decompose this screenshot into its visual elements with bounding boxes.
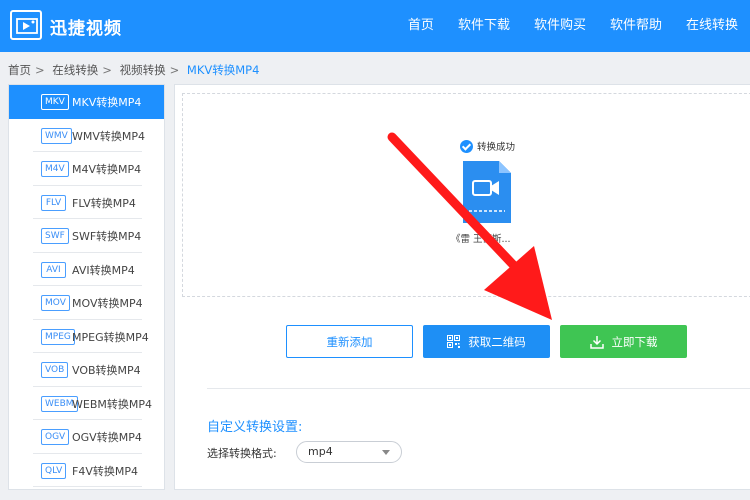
breadcrumb-home[interactable]: 首页 [8, 63, 31, 77]
settings-title: 自定义转换设置: [207, 420, 303, 435]
get-qr-code-button[interactable]: 获取二维码 [423, 325, 550, 358]
sidebar-item-swf[interactable]: SWF SWF转换MP4 [9, 219, 164, 253]
nav-home[interactable]: 首页 [396, 0, 446, 52]
sidebar-item-label: VOB转换MP4 [72, 364, 141, 377]
sidebar-item-label: FLV转换MP4 [72, 196, 136, 210]
sidebar-item-f4v[interactable]: QLV F4V转换MP4 [9, 454, 164, 487]
sidebar: MKV MKV转换MP4 WMV WMV转换MP4 M4V M4V转换MP4 F… [8, 84, 165, 490]
sidebar-item-wmv[interactable]: WMV WMV转换MP4 [9, 119, 164, 152]
sidebar-item-label: SWF转换MP4 [72, 230, 142, 243]
qr-code-icon [447, 335, 461, 348]
breadcrumb: 首页 > 在线转换 > 视频转换 > MKV转换MP4 [8, 63, 260, 77]
main-panel: 转换成功 《雷 王衡斯... 重新添加 获取二维码 立即下载 自定义转换设置: … [174, 84, 750, 490]
sidebar-item-mpeg[interactable]: MPEG MPEG转换MP4 [9, 320, 164, 353]
format-label: 选择转换格式: [207, 447, 277, 460]
breadcrumb-online-convert[interactable]: 在线转换 [52, 63, 98, 77]
sidebar-item-mkv[interactable]: MKV MKV转换MP4 [9, 85, 164, 119]
format-select[interactable]: mp4 [296, 441, 402, 463]
format-tag: VOB [41, 362, 69, 378]
nav-help[interactable]: 软件帮助 [598, 0, 674, 52]
format-tag: AVI [41, 261, 66, 278]
download-now-label: 立即下载 [611, 334, 658, 349]
sidebar-item-vob[interactable]: VOB VOB转换MP4 [9, 353, 164, 387]
sidebar-item-webm[interactable]: WEBM WEBM转换MP4 [9, 387, 164, 420]
video-logo-icon[interactable] [10, 10, 42, 40]
format-tag: M4V [41, 161, 69, 177]
format-tag: WMV [41, 127, 72, 144]
sidebar-item-label: AVI转换MP4 [72, 263, 135, 277]
sidebar-item-mov[interactable]: MOV MOV转换MP4 [9, 286, 164, 320]
sidebar-item-ogv[interactable]: OGV OGV转换MP4 [9, 420, 164, 454]
re-add-label: 重新添加 [326, 334, 373, 349]
file-name: 《雷 王衡斯... [451, 234, 511, 245]
nav-online-convert[interactable]: 在线转换 [674, 0, 750, 52]
sidebar-item-label: WEBM转换MP4 [72, 397, 152, 411]
video-file-icon[interactable] [461, 159, 513, 225]
re-add-button[interactable]: 重新添加 [286, 325, 413, 358]
format-tag: QLV [41, 462, 67, 479]
top-header: 迅捷视频 首页 软件下载 软件购买 软件帮助 在线转换 [0, 0, 750, 52]
format-tag: MPEG [41, 328, 75, 345]
format-tag: MOV [41, 295, 70, 311]
brand-name[interactable]: 迅捷视频 [50, 14, 122, 39]
format-tag: SWF [41, 228, 69, 244]
sidebar-item-m4v[interactable]: M4V M4V转换MP4 [9, 152, 164, 186]
check-circle-icon [460, 139, 473, 153]
breadcrumb-video-convert[interactable]: 视频转换 [120, 63, 166, 77]
sidebar-item-label: WMV转换MP4 [72, 129, 146, 143]
sidebar-item-label: OGV转换MP4 [72, 431, 142, 444]
sidebar-item-flv[interactable]: FLV FLV转换MP4 [9, 186, 164, 219]
get-qr-code-label: 获取二维码 [468, 334, 526, 349]
breadcrumb-current: MKV转换MP4 [186, 63, 260, 77]
sidebar-item-label: MOV转换MP4 [72, 297, 143, 310]
format-select-value: mp4 [308, 445, 333, 458]
sidebar-item-label: M4V转换MP4 [72, 163, 142, 176]
sidebar-item-avi[interactable]: AVI AVI转换MP4 [9, 253, 164, 286]
chevron-down-icon [382, 450, 390, 455]
download-now-button[interactable]: 立即下载 [560, 325, 687, 358]
format-tag: FLV [41, 194, 66, 211]
format-tag: OGV [41, 429, 70, 445]
sidebar-item-label: MKV转换MP4 [72, 96, 142, 109]
sidebar-item-label: F4V转换MP4 [72, 464, 138, 478]
main-nav: 首页 软件下载 软件购买 软件帮助 在线转换 [396, 0, 750, 52]
download-icon [589, 335, 604, 349]
sidebar-item-label: MPEG转换MP4 [72, 330, 149, 344]
conversion-status: 转换成功 [460, 139, 515, 153]
format-tag: MKV [41, 94, 69, 110]
nav-purchase[interactable]: 软件购买 [522, 0, 598, 52]
nav-download[interactable]: 软件下载 [446, 0, 522, 52]
status-text: 转换成功 [477, 142, 516, 153]
divider [207, 388, 750, 389]
